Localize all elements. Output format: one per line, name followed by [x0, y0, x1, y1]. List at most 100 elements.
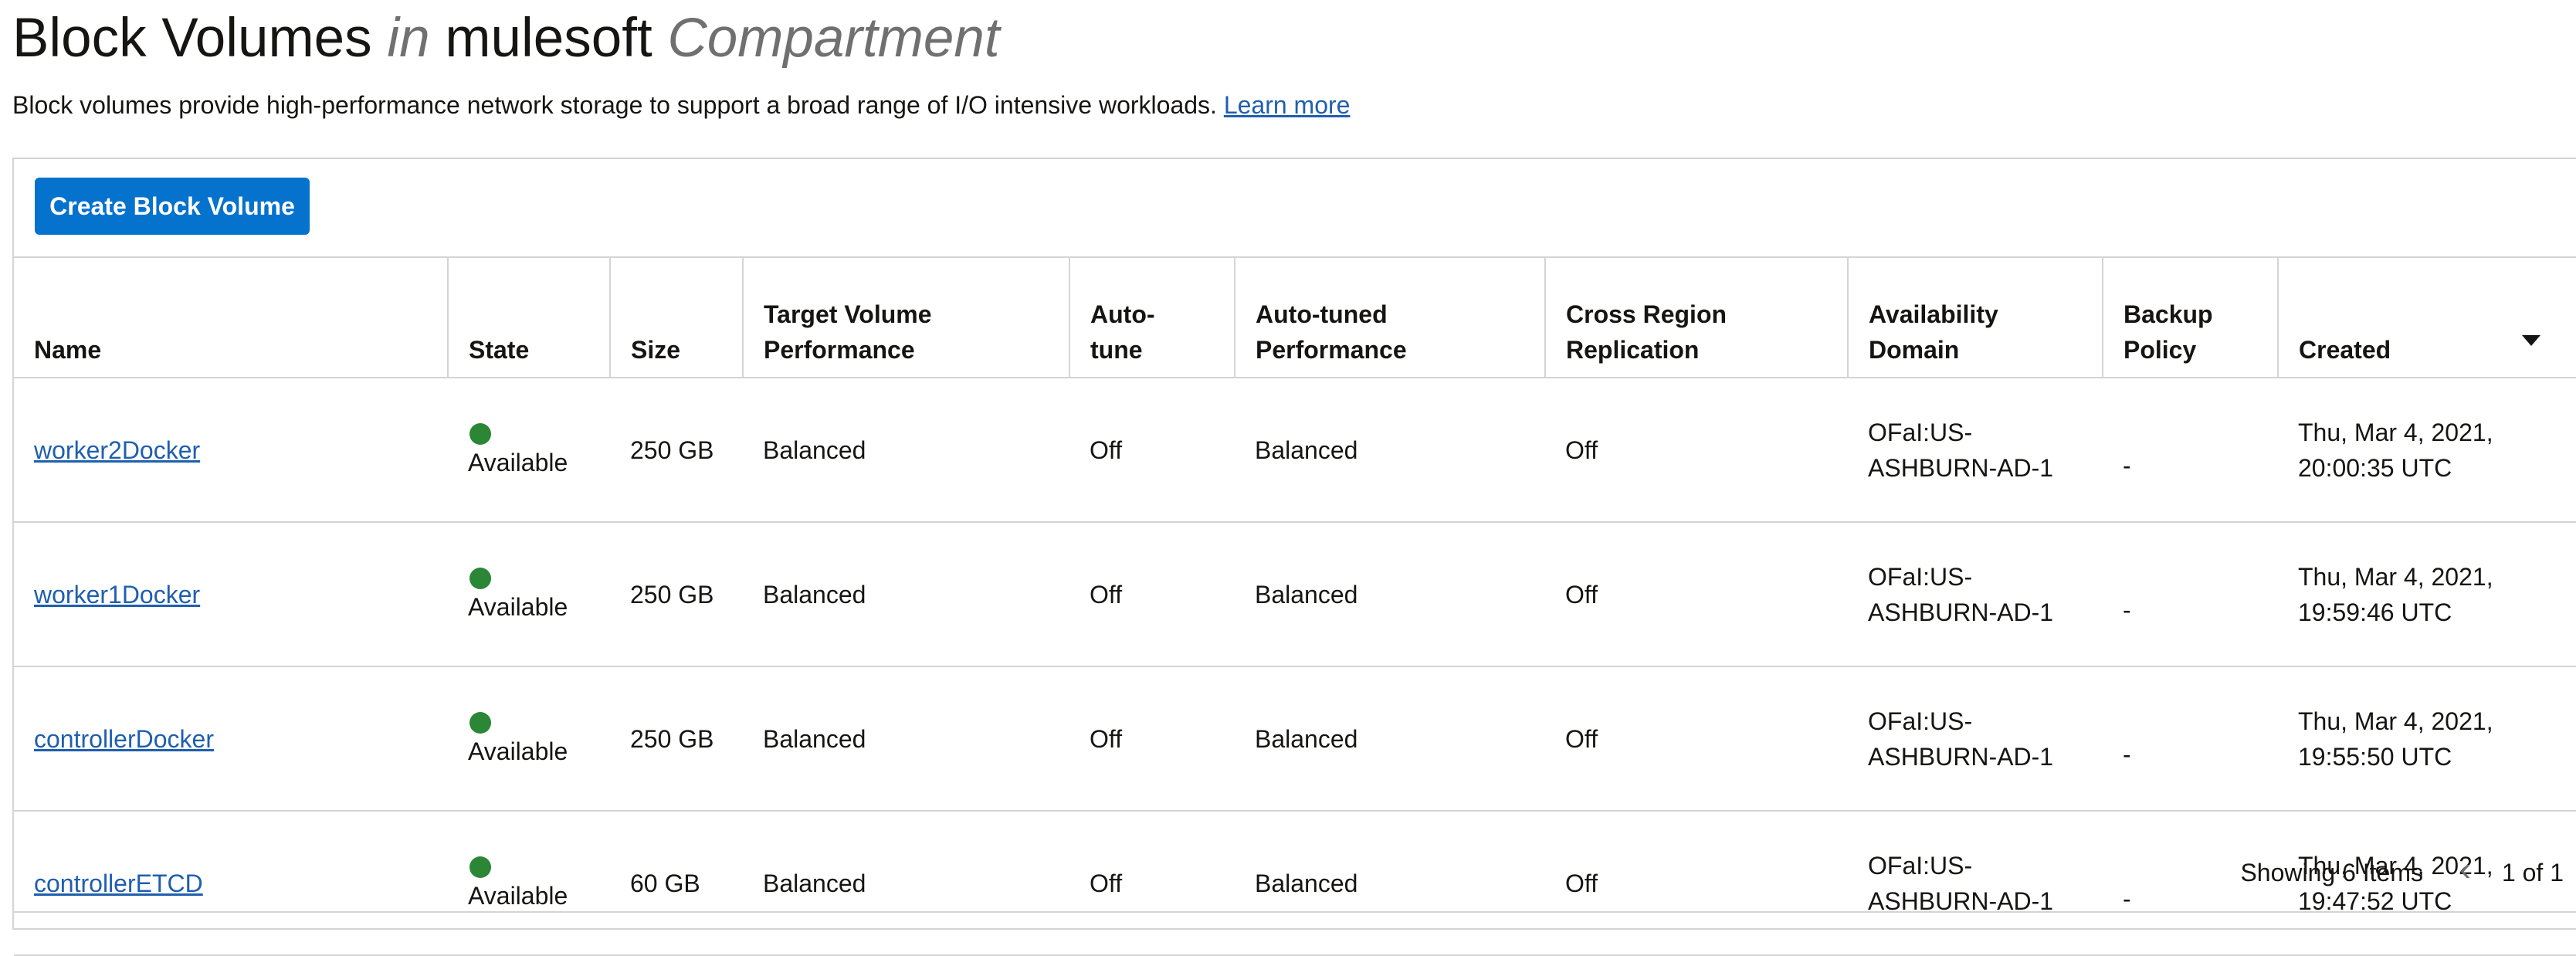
- table-footer: Showing 6 Items ‹ 1 of 1 ›: [12, 836, 2576, 913]
- auto-tuned-performance-cell: Balanced: [1235, 377, 1545, 522]
- state-cell: Available: [448, 521, 610, 666]
- column-header-label: Cross Region: [1566, 300, 1727, 328]
- state-indicator: Available: [468, 564, 610, 625]
- created-cell: Thu, Mar 4, 2021, 19:59:46 UTC: [2278, 521, 2576, 666]
- column-header-label: Performance: [764, 336, 915, 364]
- auto-tune-cell: Off: [1069, 666, 1235, 811]
- availability-domain-cell: OFaI:US- ASHBURN-AD-1: [1848, 377, 2103, 522]
- column-header-name[interactable]: Name: [14, 256, 448, 378]
- replication-cell: Off: [1545, 521, 1848, 666]
- size-value: 250 GB: [630, 580, 714, 609]
- column-header-label: Auto-: [1090, 300, 1155, 328]
- table-header-row: Name State Size Target Volume Performance Aut…: [14, 256, 2576, 378]
- state-cell: Available: [448, 666, 610, 811]
- volumes-panel: Create Block Volume Name State Size Target …: [12, 158, 2576, 956]
- column-header-label: Domain: [1869, 336, 1960, 364]
- auto-tuned-performance-value: Balanced: [1255, 436, 1358, 464]
- column-header-label: Policy: [2124, 336, 2197, 364]
- description-text: Block volumes provide high-performance n…: [12, 91, 1217, 119]
- column-header-label: Availability: [1869, 300, 1998, 328]
- column-header-auto-tuned-performance[interactable]: Auto-tuned Performance: [1234, 256, 1545, 378]
- availability-domain-line: ASHBURN-AD-1: [1868, 742, 2054, 771]
- auto-tuned-performance-cell: Balanced: [1235, 521, 1545, 666]
- column-header-label: Name: [34, 336, 102, 364]
- column-header-label: Performance: [1256, 336, 1407, 364]
- availability-domain-line: ASHBURN-AD-1: [1868, 453, 2054, 482]
- replication-value: Off: [1565, 580, 1598, 609]
- column-header-label: Size: [631, 336, 681, 364]
- items-count: Showing 6 Items: [2240, 859, 2423, 887]
- target-performance-value: Balanced: [763, 436, 866, 464]
- created-date-line: Thu, Mar 4, 2021,: [2298, 562, 2493, 591]
- name-cell: worker1Docker: [14, 521, 448, 666]
- replication-value: Off: [1565, 436, 1598, 464]
- available-status-icon: [469, 711, 491, 734]
- title-in: in: [387, 8, 430, 69]
- column-header-backup-policy[interactable]: Backup Policy: [2102, 256, 2278, 378]
- column-header-label: Backup: [2124, 300, 2213, 328]
- page-description: Block volumes provide high-performance n…: [12, 90, 1350, 120]
- volume-name-link[interactable]: worker2Docker: [34, 436, 200, 464]
- size-cell: 250 GB: [610, 666, 743, 811]
- state-indicator: Available: [468, 420, 610, 480]
- state-label: Available: [468, 448, 568, 476]
- column-header-auto-tune[interactable]: Auto-tune: [1069, 256, 1235, 378]
- availability-domain-line: OFaI:US-: [1868, 562, 1973, 591]
- replication-value: Off: [1565, 724, 1598, 753]
- replication-cell: Off: [1545, 666, 1848, 811]
- column-header-size[interactable]: Size: [609, 256, 743, 378]
- target-performance-value: Balanced: [763, 580, 866, 609]
- target-performance-cell: Balanced: [743, 521, 1069, 666]
- auto-tune-cell: Off: [1069, 377, 1235, 522]
- learn-more-link[interactable]: Learn more: [1224, 91, 1351, 119]
- state-label: Available: [468, 737, 568, 765]
- column-header-label: State: [469, 336, 530, 364]
- availability-domain-line: ASHBURN-AD-1: [1868, 598, 2054, 626]
- sort-descending-icon[interactable]: [2522, 335, 2540, 346]
- size-value: 250 GB: [630, 724, 714, 753]
- auto-tuned-performance-value: Balanced: [1255, 724, 1358, 753]
- size-value: 250 GB: [630, 436, 714, 464]
- target-performance-cell: Balanced: [743, 377, 1069, 522]
- table-row: worker1Docker Available 250 GB Balanced Off B…: [14, 521, 2576, 666]
- table-row: worker2Docker Available 250 GB Balanced Off B…: [14, 377, 2576, 522]
- replication-cell: Off: [1545, 377, 1848, 522]
- available-status-icon: [469, 422, 491, 445]
- column-header-state[interactable]: State: [447, 256, 610, 378]
- column-header-label: Replication: [1566, 336, 1700, 364]
- prev-page-icon[interactable]: ‹: [2459, 853, 2471, 887]
- created-date-line: Thu, Mar 4, 2021,: [2298, 707, 2493, 735]
- column-header-availability-domain[interactable]: Availability Domain: [1847, 256, 2103, 378]
- auto-tuned-performance-cell: Balanced: [1235, 666, 1545, 811]
- column-header-cross-region-replication[interactable]: Cross Region Replication: [1544, 256, 1848, 378]
- title-compartment-word: Compartment: [667, 8, 1000, 69]
- availability-domain-cell: OFaI:US- ASHBURN-AD-1: [1848, 521, 2103, 666]
- target-performance-cell: Balanced: [743, 666, 1069, 811]
- volume-name-link[interactable]: controllerDocker: [34, 725, 214, 753]
- created-time-line: 20:00:35 UTC: [2298, 453, 2452, 482]
- auto-tuned-performance-value: Balanced: [1255, 580, 1358, 609]
- column-header-target-performance[interactable]: Target Volume Performance: [742, 256, 1069, 378]
- column-header-label: tune: [1090, 336, 1143, 364]
- state-label: Available: [468, 592, 568, 621]
- backup-policy-cell: -: [2103, 666, 2278, 811]
- backup-policy-value: -: [2123, 451, 2131, 480]
- target-performance-value: Balanced: [763, 724, 866, 753]
- state-cell: Available: [448, 377, 610, 522]
- volume-name-link[interactable]: worker1Docker: [34, 581, 200, 609]
- size-cell: 250 GB: [610, 521, 743, 666]
- column-header-label: Target Volume: [764, 300, 932, 328]
- created-date-line: Thu, Mar 4, 2021,: [2298, 418, 2493, 446]
- title-compartment-name: mulesoft: [445, 8, 652, 69]
- availability-domain-cell: OFaI:US- ASHBURN-AD-1: [1848, 666, 2103, 811]
- auto-tune-value: Off: [1090, 580, 1123, 609]
- column-header-label: Auto-tuned: [1256, 300, 1388, 328]
- created-time-line: 19:59:46 UTC: [2298, 598, 2452, 626]
- created-time-line: 19:55:50 UTC: [2298, 742, 2452, 771]
- column-header-created[interactable]: Created: [2277, 256, 2576, 378]
- available-status-icon: [469, 567, 491, 589]
- availability-domain-line: OFaI:US-: [1868, 707, 1973, 735]
- created-cell: Thu, Mar 4, 2021, 20:00:35 UTC: [2278, 377, 2576, 522]
- create-block-volume-button[interactable]: Create Block Volume: [35, 178, 310, 235]
- page-indicator: 1 of 1: [2501, 859, 2564, 887]
